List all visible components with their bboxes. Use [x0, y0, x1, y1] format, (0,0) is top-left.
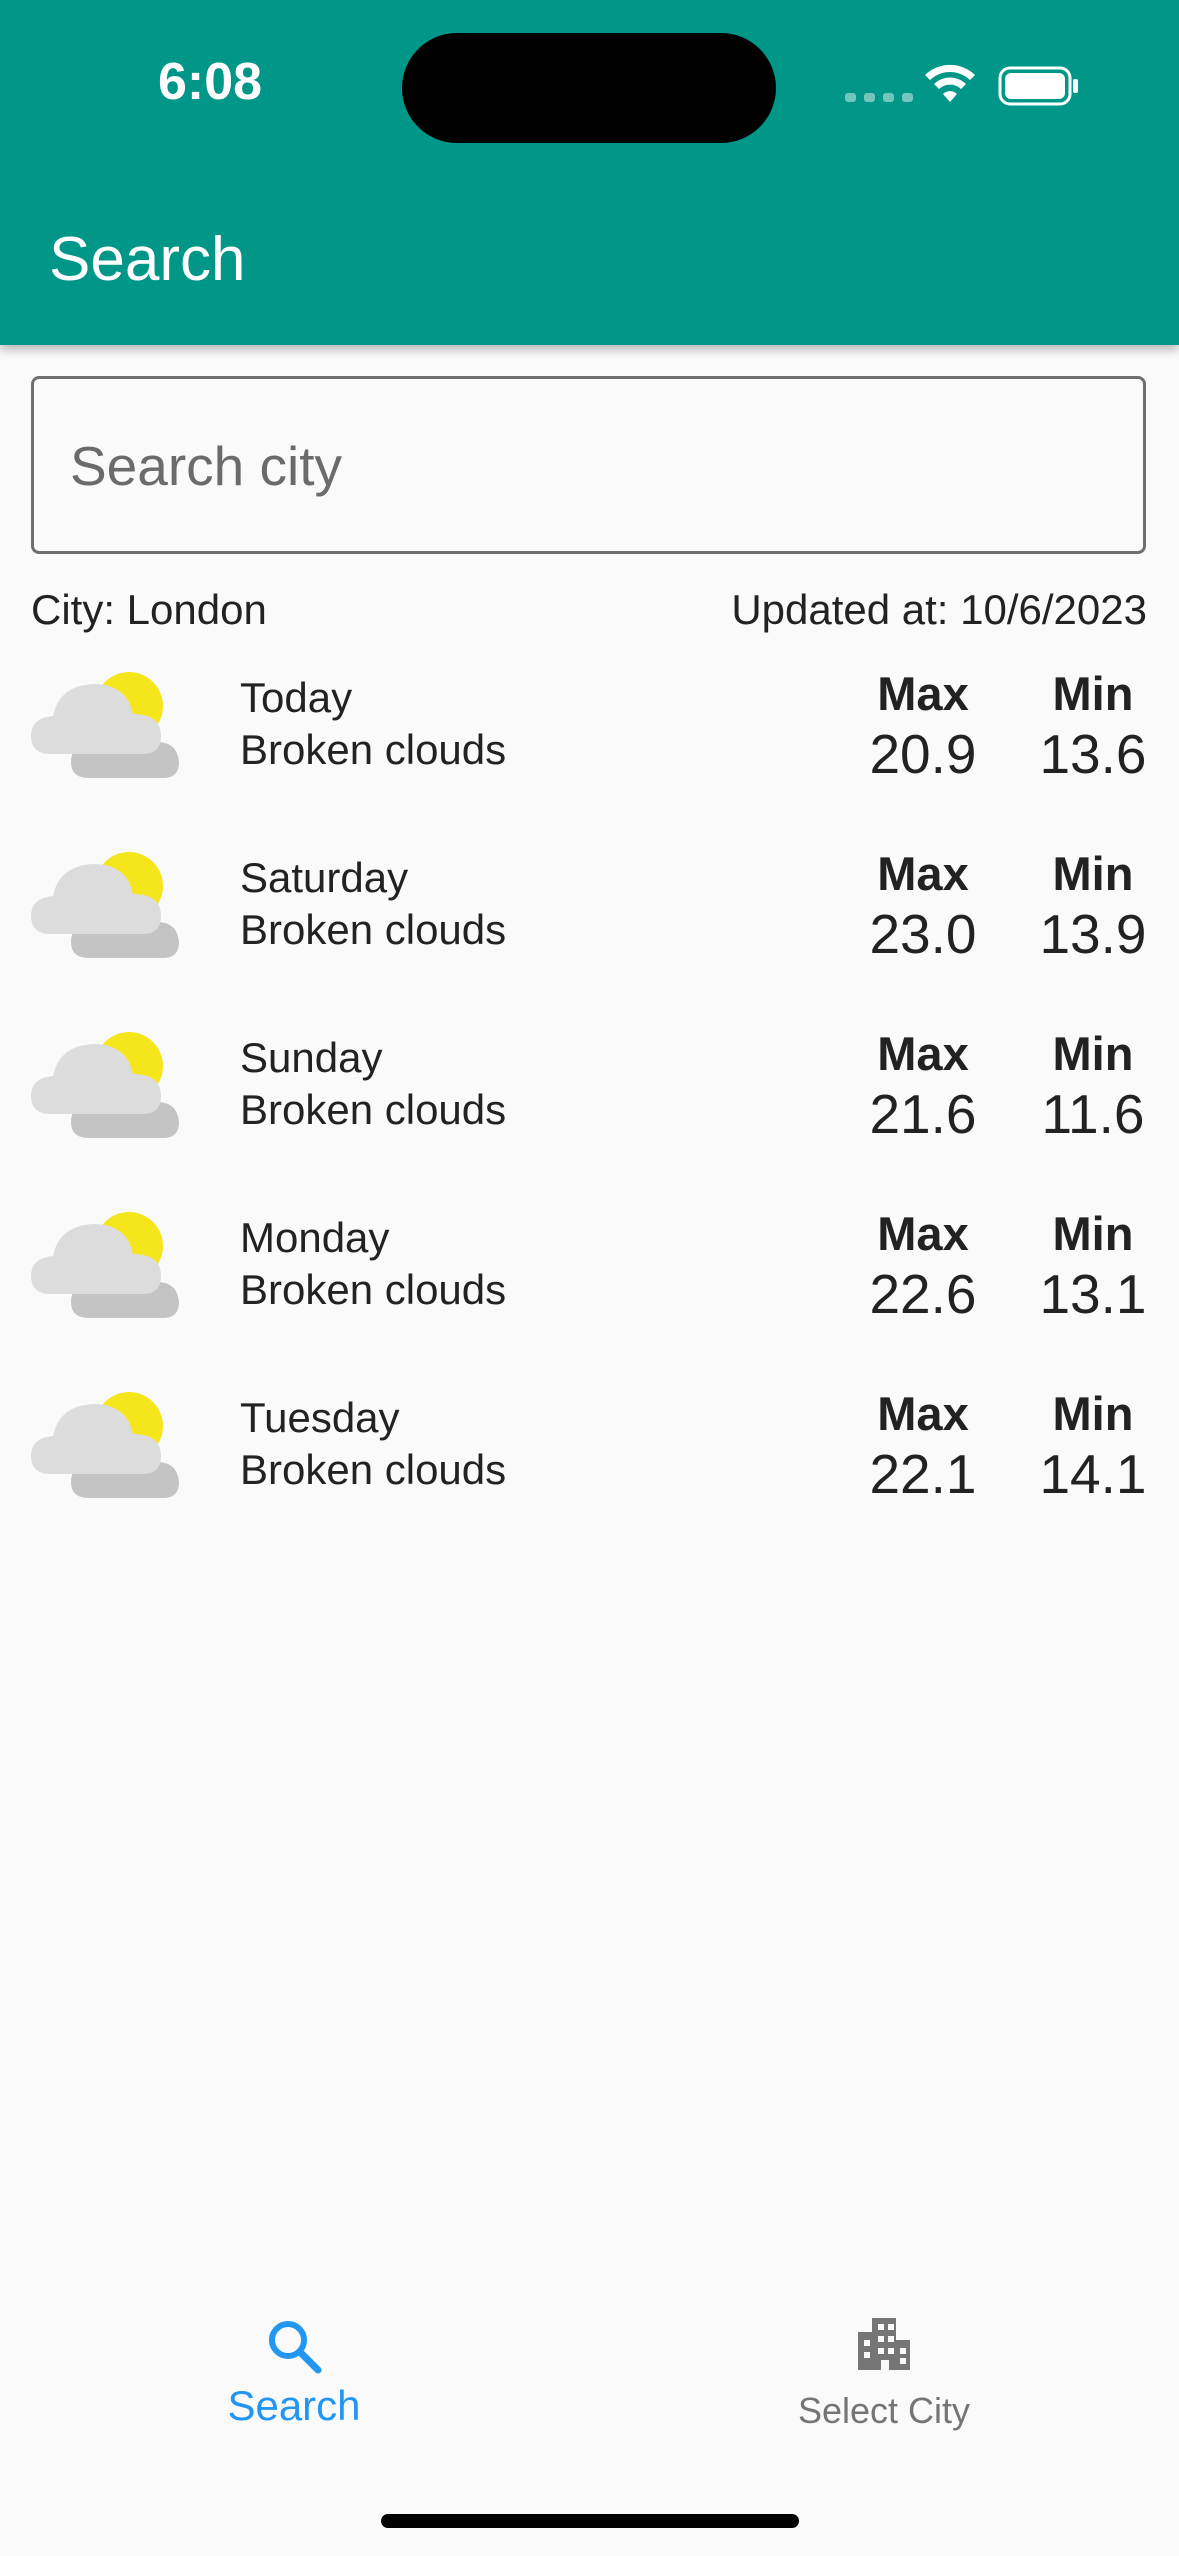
broken-clouds-icon — [31, 852, 179, 958]
broken-clouds-icon — [31, 1392, 179, 1498]
app-bar: 6:08 Search — [0, 0, 1179, 345]
min-value: 13.1 — [1039, 1263, 1147, 1325]
max-value: 21.6 — [869, 1083, 977, 1145]
max-value: 23.0 — [869, 903, 977, 965]
forecast-row: Monday Broken clouds Max 22.6 Min 13.1 — [0, 1206, 1179, 1388]
broken-clouds-icon — [31, 672, 179, 778]
max-label: Max — [877, 1207, 969, 1260]
forecast-description: Broken clouds — [240, 726, 507, 773]
dynamic-island — [402, 33, 776, 143]
forecast-row: Today Broken clouds Max 20.9 Min 13.6 — [0, 666, 1179, 848]
search-icon — [269, 2321, 322, 2374]
forecast-description: Broken clouds — [240, 1266, 507, 1313]
min-label: Min — [1052, 1027, 1134, 1080]
nav-tab-select-city-label: Select City — [797, 2390, 971, 2431]
forecast-row: Sunday Broken clouds Max 21.6 Min 11.6 — [0, 1026, 1179, 1208]
forecast-description: Broken clouds — [240, 1086, 507, 1133]
min-value: 13.9 — [1039, 903, 1147, 965]
max-temp: Max 21.6 — [855, 1026, 991, 1146]
forecast-day: Sunday — [240, 1034, 383, 1081]
search-input[interactable] — [68, 379, 1112, 553]
updated-at-label: Updated at: 10/6/2023 — [731, 586, 1147, 633]
max-temp: Max 22.1 — [855, 1386, 991, 1506]
min-value: 13.6 — [1039, 723, 1147, 785]
broken-clouds-icon — [31, 1212, 179, 1318]
min-label: Min — [1052, 847, 1134, 900]
battery-icon — [998, 66, 1078, 106]
page-title: Search — [49, 225, 246, 294]
min-temp: Min 11.6 — [1030, 1026, 1156, 1146]
cellular-signal-icon — [845, 93, 913, 102]
min-temp: Min 13.1 — [1030, 1206, 1156, 1326]
max-temp: Max 22.6 — [855, 1206, 991, 1326]
max-label: Max — [877, 1387, 969, 1440]
city-label: City: London — [31, 586, 267, 633]
max-label: Max — [877, 847, 969, 900]
max-value: 22.6 — [869, 1263, 977, 1325]
min-value: 11.6 — [1041, 1083, 1145, 1145]
forecast-day: Monday — [240, 1214, 390, 1261]
max-value: 22.1 — [869, 1443, 977, 1505]
forecast-row: Tuesday Broken clouds Max 22.1 Min 14.1 — [0, 1386, 1179, 1568]
forecast-row: Saturday Broken clouds Max 23.0 Min 13.9 — [0, 846, 1179, 1028]
max-label: Max — [877, 1027, 969, 1080]
min-value: 14.1 — [1039, 1443, 1147, 1505]
max-value: 20.9 — [869, 723, 977, 785]
min-label: Min — [1052, 1207, 1134, 1260]
nav-tab-search-label: Search — [227, 2382, 361, 2429]
forecast-day: Today — [240, 674, 353, 721]
max-temp: Max 23.0 — [855, 846, 991, 966]
search-field[interactable] — [31, 376, 1146, 554]
status-time: 6:08 — [158, 53, 263, 111]
forecast-day: Tuesday — [240, 1394, 400, 1441]
min-temp: Min 13.6 — [1030, 666, 1156, 786]
forecast-day: Saturday — [240, 854, 409, 901]
forecast-description: Broken clouds — [240, 906, 507, 953]
min-temp: Min 14.1 — [1030, 1386, 1156, 1506]
min-label: Min — [1052, 1387, 1134, 1440]
forecast-description: Broken clouds — [240, 1446, 507, 1493]
broken-clouds-icon — [31, 1032, 179, 1138]
city-icon — [858, 2318, 910, 2370]
home-indicator[interactable] — [381, 2514, 799, 2528]
max-temp: Max 20.9 — [855, 666, 991, 786]
max-label: Max — [877, 667, 969, 720]
min-temp: Min 13.9 — [1030, 846, 1156, 966]
wifi-icon — [925, 64, 975, 102]
min-label: Min — [1052, 667, 1134, 720]
